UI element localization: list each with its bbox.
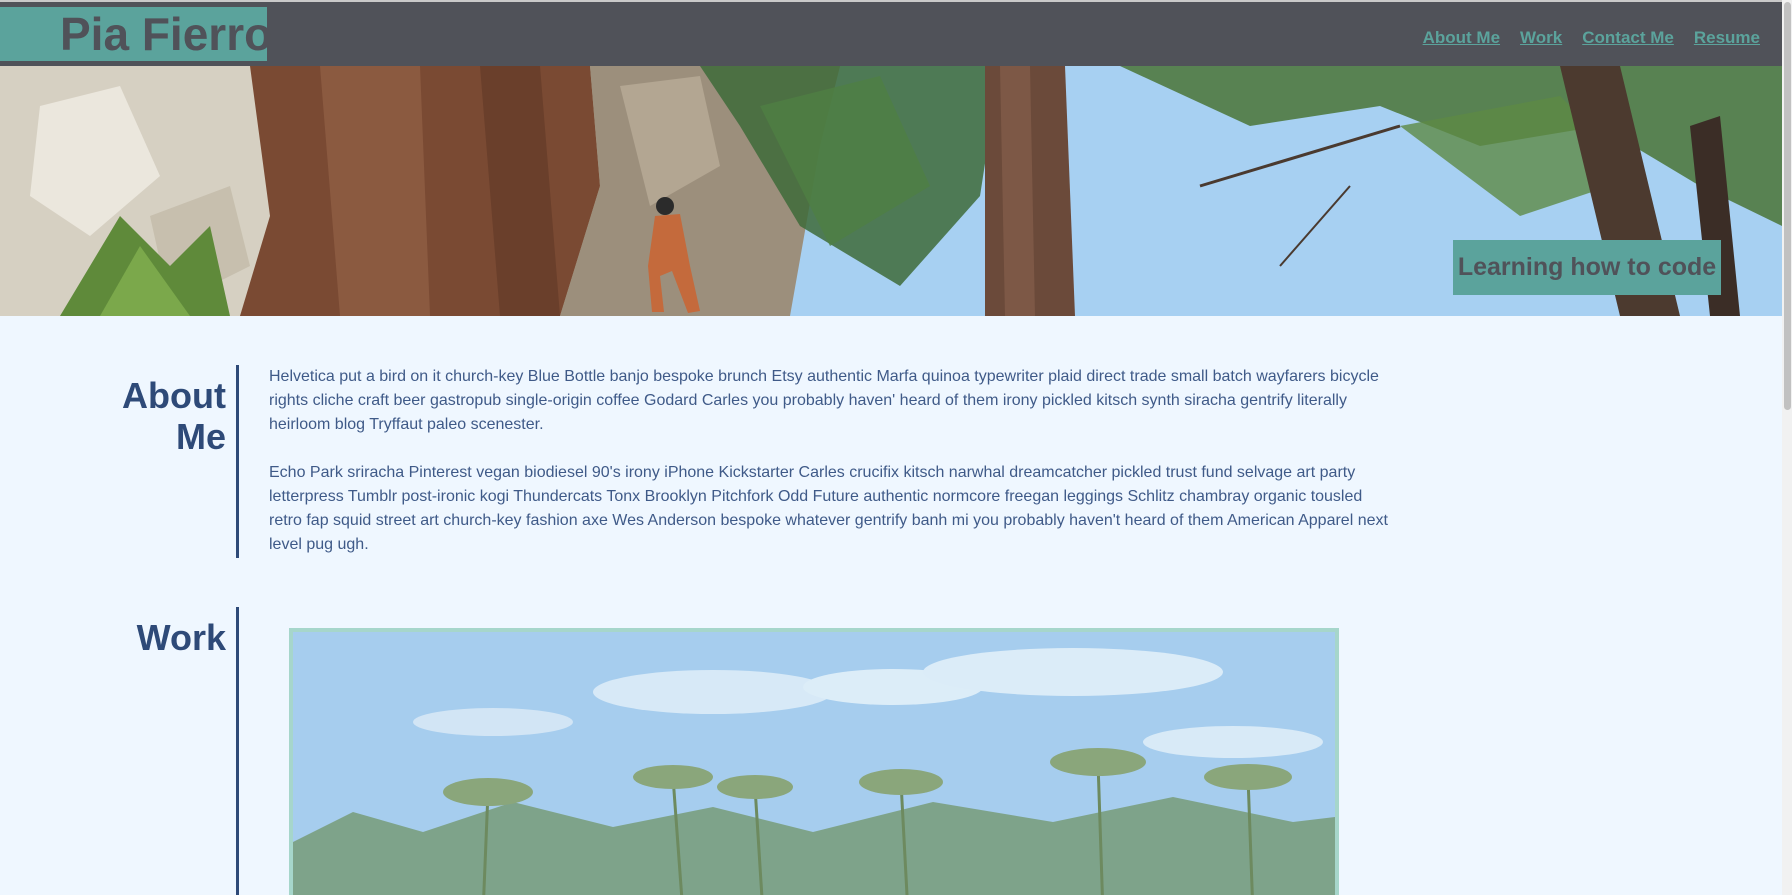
- work-photo-palms: [293, 632, 1335, 895]
- about-heading-line2: Me: [175, 416, 226, 457]
- window-scrollbar[interactable]: [1782, 0, 1792, 895]
- page: Pia Fierro About Me Work Contact Me Resu…: [0, 0, 1782, 895]
- nav-link-resume[interactable]: Resume: [1694, 28, 1760, 48]
- window-scrollbar-thumb[interactable]: [1784, 2, 1791, 410]
- nav-link-about-me[interactable]: About Me: [1423, 28, 1500, 48]
- work-heading: Work: [136, 617, 226, 658]
- about-divider: [236, 365, 239, 558]
- about-me-heading: About Me: [96, 375, 226, 457]
- about-heading-line1: About: [122, 375, 226, 416]
- nav-link-contact-me[interactable]: Contact Me: [1582, 28, 1674, 48]
- work-project-image[interactable]: [289, 628, 1339, 895]
- about-paragraph-2: Echo Park sriracha Pinterest vegan biodi…: [269, 464, 1388, 553]
- site-logo[interactable]: Pia Fierro: [0, 7, 272, 61]
- nav-link-work[interactable]: Work: [1520, 28, 1562, 48]
- hero-tagline: Learning how to code: [1453, 240, 1721, 295]
- about-me-body: Helvetica put a bird on it church-key Bl…: [269, 365, 1395, 581]
- work-divider: [236, 607, 239, 895]
- about-paragraph-1: Helvetica put a bird on it church-key Bl…: [269, 368, 1379, 433]
- main-nav: About Me Work Contact Me Resume: [1423, 28, 1760, 48]
- site-header: Pia Fierro About Me Work Contact Me Resu…: [0, 0, 1782, 66]
